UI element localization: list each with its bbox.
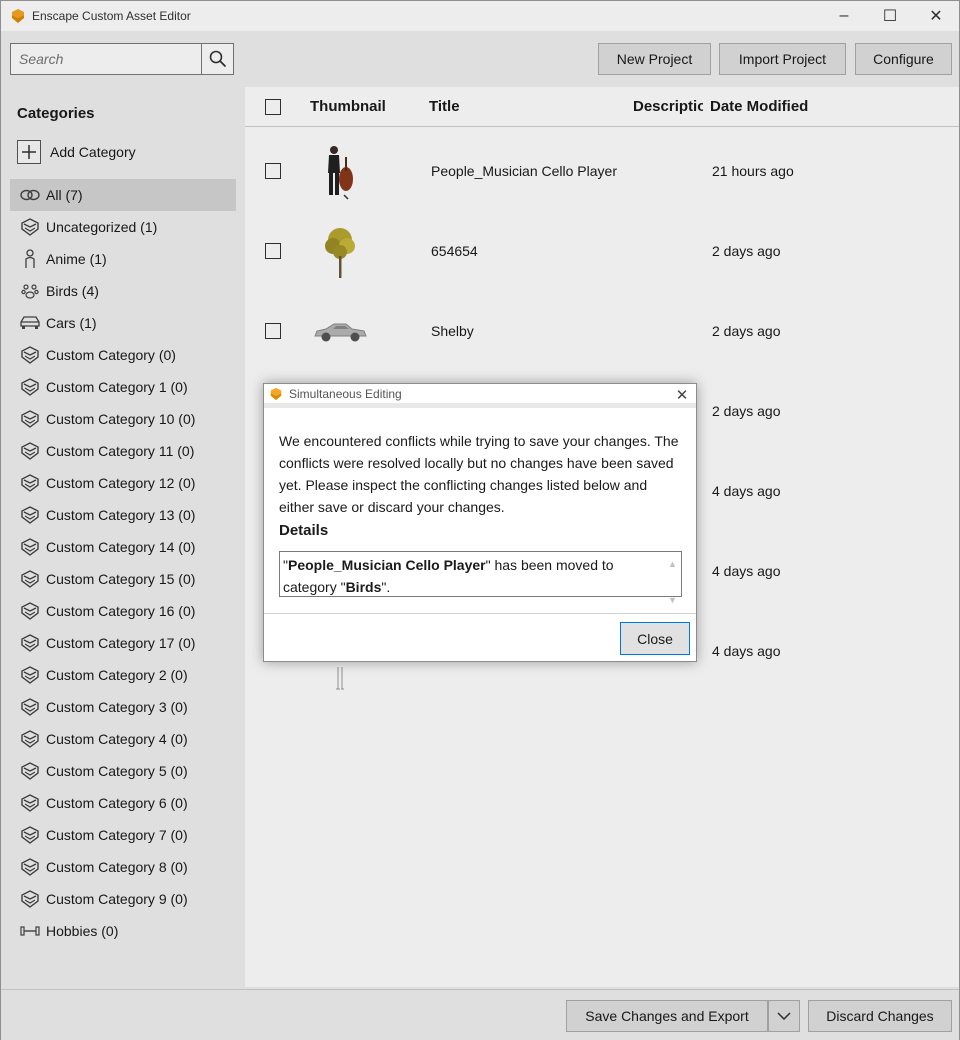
- details-textbox[interactable]: "People_Musician Cello Player" has been …: [279, 551, 682, 605]
- scroll-down-icon[interactable]: ▼: [665, 589, 680, 611]
- details-heading: Details: [279, 522, 329, 539]
- scroll-up-icon[interactable]: ▲: [665, 553, 680, 575]
- detail-asset-name: People_Musician Cello Player: [287, 557, 486, 573]
- dialog-close-icon[interactable]: ✕: [674, 387, 690, 404]
- dialog-titlebar: Simultaneous Editing ✕: [264, 384, 696, 408]
- details-scrollbar[interactable]: ▲ ▼: [665, 553, 680, 605]
- enscape-logo-icon: [270, 387, 282, 400]
- dialog-separator: [264, 613, 696, 614]
- dialog-close-button[interactable]: Close: [620, 622, 690, 655]
- detail-category-name: Birds: [345, 579, 382, 595]
- detail-end-text: ".: [381, 579, 391, 595]
- dialog-message: We encountered conflicts while trying to…: [279, 433, 679, 515]
- simultaneous-editing-dialog: Simultaneous Editing ✕ We encountered co…: [263, 383, 697, 662]
- dialog-title: Simultaneous Editing: [289, 386, 402, 401]
